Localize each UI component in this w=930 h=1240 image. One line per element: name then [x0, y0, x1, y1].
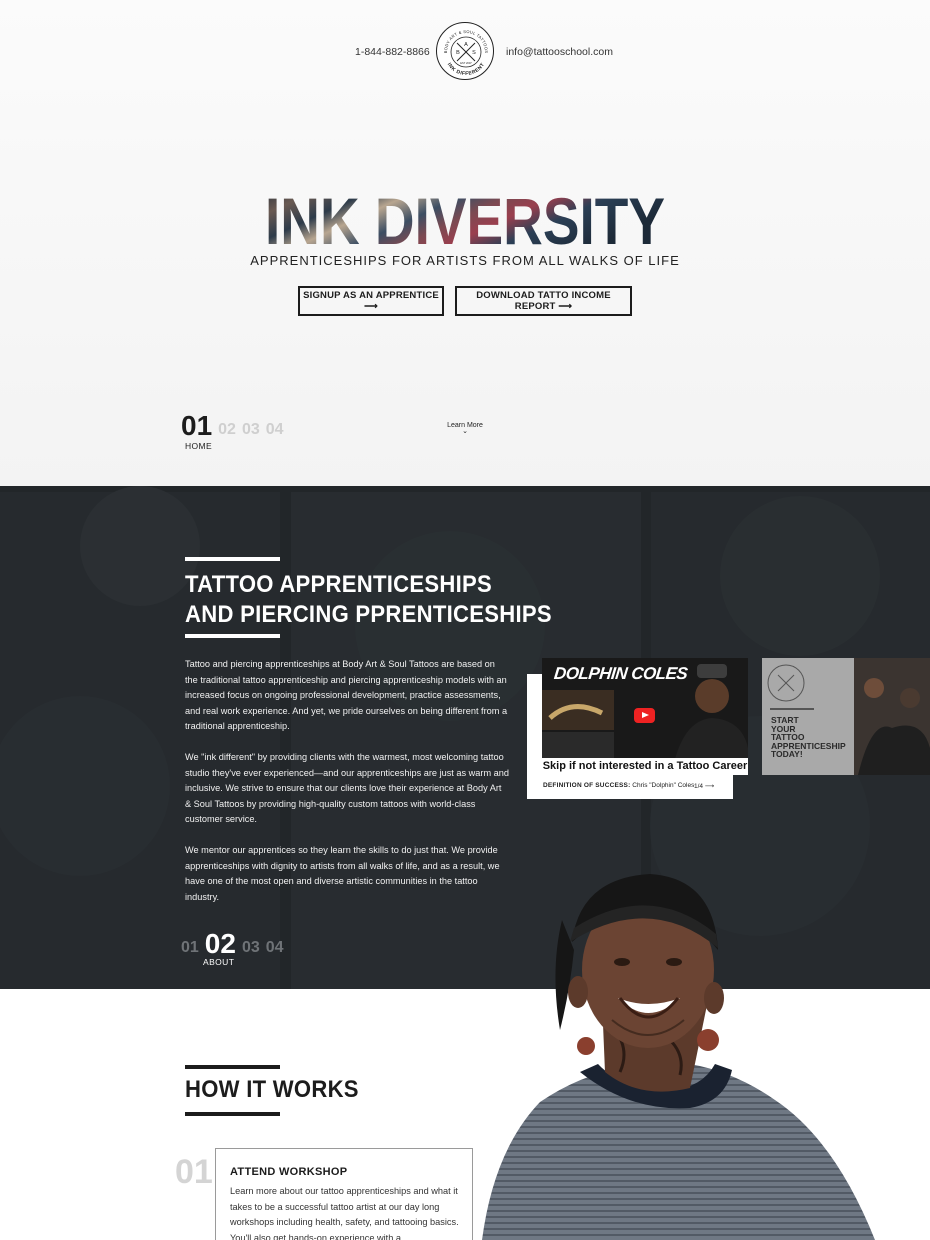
about-title-line: AND PIERCING PPRENTICESHIPS: [185, 601, 552, 628]
promo-card[interactable]: START YOUR TATTOO APPRENTICESHIP TODAY!: [762, 658, 930, 775]
step-card: ATTEND WORKSHOP Learn more about our tat…: [215, 1148, 473, 1240]
promo-text: START YOUR TATTOO APPRENTICESHIP TODAY!: [771, 716, 846, 759]
pager-item[interactable]: 02: [218, 420, 236, 440]
pager-item[interactable]: 01: [181, 938, 199, 958]
signup-apprentice-button[interactable]: SIGNUP AS AN APPRENTICE ⟶: [298, 286, 444, 316]
logo-letter: B: [456, 50, 460, 56]
section-pager: 01 02 03 04: [181, 412, 284, 440]
definition-value: Chris "Dolphin" Coles: [632, 782, 695, 789]
about-paragraph: Tattoo and piercing apprenticeships at B…: [185, 659, 508, 731]
video-caption: Skip if not interested in a Tattoo Caree…: [542, 758, 748, 775]
video-title: DOLPHIN COLES: [553, 664, 689, 683]
about-paragraph: We "ink different" by providing clients …: [185, 752, 510, 824]
video-definition: DEFINITION OF SUCCESS: Chris "Dolphin" C…: [543, 782, 694, 789]
pager-label: HOME: [185, 441, 213, 451]
how-bar-bottom: [185, 1112, 280, 1116]
section-pager: 01 02 03 04: [181, 930, 284, 958]
email-link[interactable]: info@tattooschool.com: [506, 46, 613, 58]
learn-more-link[interactable]: Learn More ⌄: [440, 422, 490, 435]
about-paragraph: We mentor our apprentices so they learn …: [185, 845, 500, 902]
logo-letter: S: [472, 50, 476, 56]
pager-item[interactable]: 03: [242, 938, 260, 958]
step-title: ATTEND WORKSHOP: [230, 1166, 348, 1178]
download-income-report-button[interactable]: DOWNLOAD TATTO INCOME REPORT ⟶: [455, 286, 632, 316]
promo-line: TODAY!: [771, 749, 803, 759]
definition-label: DEFINITION OF SUCCESS:: [543, 782, 631, 789]
step-number: 01: [175, 1153, 213, 1191]
carousel-next-button[interactable]: 1/4 ⟶: [694, 782, 714, 790]
hero-subtitle: APPRENTICESHIPS FOR ARTISTS FROM ALL WAL…: [250, 253, 680, 268]
hero-title: INK DIVERSITY: [263, 178, 667, 258]
title-bar-top: [185, 557, 280, 561]
phone-link[interactable]: 1-844-882-8866: [355, 46, 430, 58]
pager-item[interactable]: 04: [266, 420, 284, 440]
pager-current[interactable]: 01: [181, 412, 212, 440]
crossed-needles-icon: A B S EST 2007 BODY ART & SOUL TATTOOS I…: [443, 29, 489, 77]
about-title: TATTOO APPRENTICESHIPS AND PIERCING PPRE…: [185, 570, 552, 630]
how-it-works-title: HOW IT WORKS: [185, 1076, 359, 1103]
pager-item[interactable]: 03: [242, 420, 260, 440]
logo-est: EST 2007: [460, 61, 472, 65]
how-bar-top: [185, 1065, 280, 1069]
step-description: Learn more about our tattoo apprenticesh…: [230, 1186, 459, 1240]
play-icon[interactable]: [634, 708, 655, 723]
pager-current[interactable]: 02: [205, 930, 236, 958]
logo-letter: A: [464, 42, 468, 48]
pager-label: ABOUT: [203, 957, 235, 967]
hero-title-text: INK DIVERSITY: [265, 184, 665, 258]
video-thumbnail[interactable]: DOLPHIN COLES: [542, 658, 748, 772]
pager-item[interactable]: 04: [266, 938, 284, 958]
title-bar-bottom: [185, 634, 280, 638]
about-title-line: TATTOO APPRENTICESHIPS: [185, 571, 493, 598]
chevron-down-icon: ⌄: [462, 428, 468, 435]
featured-artist-photo: [482, 874, 875, 1240]
brand-logo[interactable]: A B S EST 2007 BODY ART & SOUL TATTOOS I…: [436, 22, 494, 80]
hero-section: 1-844-882-8866 A B S EST 2007 BODY ART &…: [0, 0, 930, 486]
